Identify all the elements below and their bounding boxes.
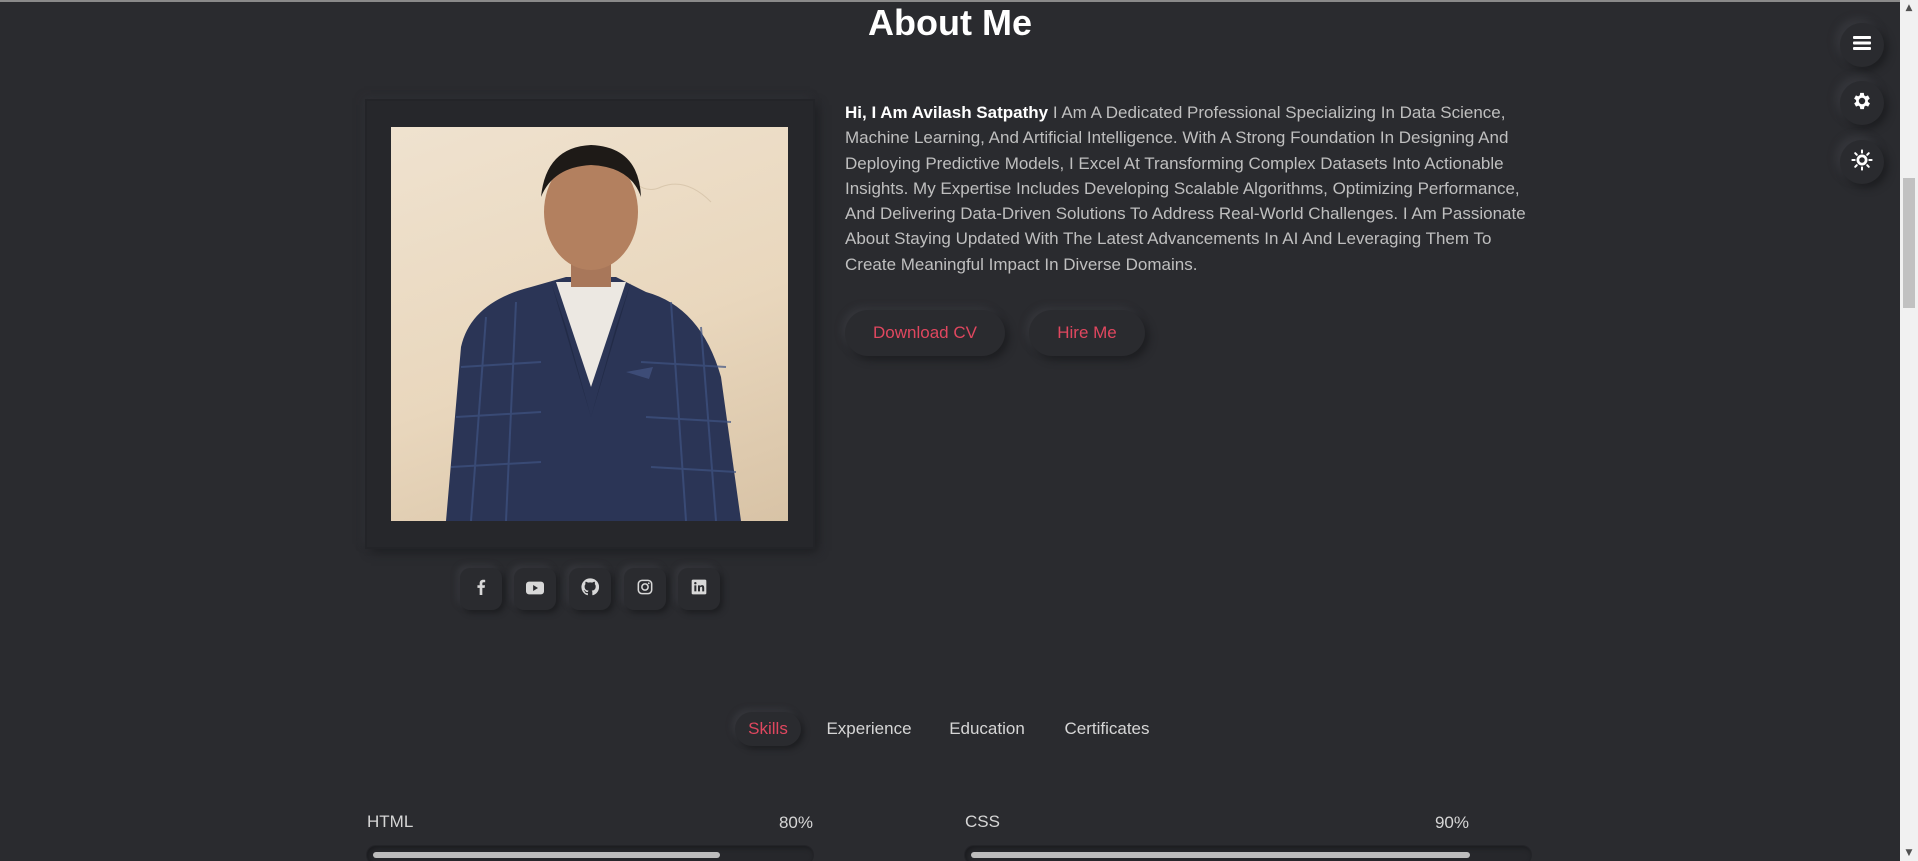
- scroll-up-icon[interactable]: ▲: [1900, 0, 1918, 16]
- tab-experience[interactable]: Experience: [815, 712, 923, 746]
- skill-name: CSS: [965, 812, 1000, 831]
- skill-percent: 90%: [1434, 813, 1469, 832]
- scroll-thumb[interactable]: [1903, 178, 1915, 308]
- scroll-down-icon[interactable]: ▼: [1900, 845, 1918, 861]
- download-cv-button[interactable]: Download CV: [845, 310, 1005, 356]
- youtube-icon: [526, 580, 544, 599]
- theme-toggle-button[interactable]: [1840, 140, 1884, 184]
- skill-progress-fill: [971, 852, 1470, 858]
- skill-name: HTML: [367, 812, 414, 831]
- youtube-link[interactable]: [514, 568, 556, 610]
- profile-photo: [391, 127, 788, 521]
- tab-skills[interactable]: Skills: [735, 712, 801, 746]
- theme-icon: [1851, 149, 1873, 175]
- facebook-icon: [474, 579, 488, 599]
- about-paragraph: Hi, I Am Avilash Satpathy I Am A Dedicat…: [845, 100, 1533, 277]
- tab-certificates[interactable]: Certificates: [1052, 712, 1162, 746]
- github-link[interactable]: [569, 568, 611, 610]
- hire-me-button[interactable]: Hire Me: [1029, 310, 1145, 356]
- page-title: About Me: [868, 2, 1032, 43]
- about-greeting: Hi, I Am Avilash Satpathy: [845, 103, 1049, 122]
- skill-progress-bar: [367, 846, 813, 861]
- linkedin-link[interactable]: [678, 568, 720, 610]
- profile-photo-card: [367, 101, 813, 547]
- skill-progress-bar: [965, 846, 1531, 861]
- facebook-link[interactable]: [460, 568, 502, 610]
- skill-percent: 80%: [778, 813, 813, 832]
- menu-button[interactable]: [1840, 23, 1884, 67]
- instagram-link[interactable]: [624, 568, 666, 610]
- tab-education[interactable]: Education: [938, 712, 1036, 746]
- about-body: I Am A Dedicated Professional Specializi…: [845, 103, 1526, 274]
- vertical-scrollbar[interactable]: ▲ ▼: [1900, 0, 1918, 861]
- instagram-icon: [637, 579, 653, 599]
- menu-icon: [1852, 35, 1872, 55]
- skill-progress-fill: [373, 852, 720, 858]
- github-icon: [581, 578, 600, 600]
- gear-icon: [1851, 90, 1873, 116]
- linkedin-icon: [691, 579, 707, 599]
- settings-button[interactable]: [1840, 81, 1884, 125]
